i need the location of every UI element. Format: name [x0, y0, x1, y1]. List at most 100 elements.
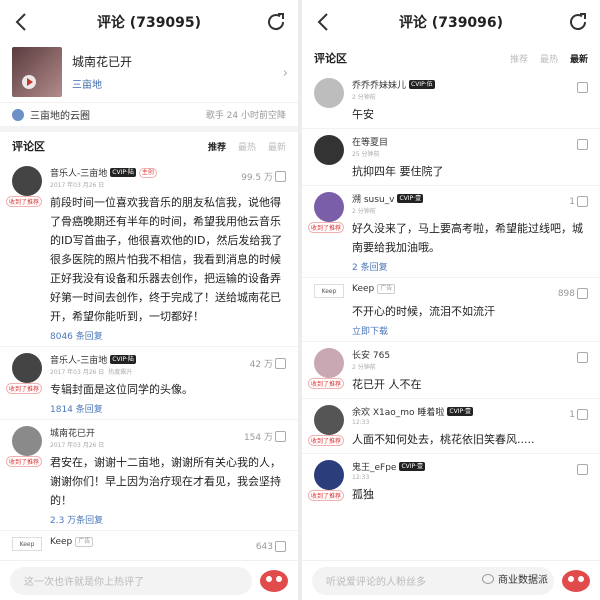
album-cover: [12, 47, 62, 97]
share-icon[interactable]: [566, 10, 590, 34]
like-button[interactable]: [577, 464, 588, 475]
nav-bar: 评论 (739096): [302, 0, 600, 44]
like-button[interactable]: [577, 352, 588, 363]
username[interactable]: Keep: [50, 537, 72, 547]
username[interactable]: 音乐人-三亩地: [50, 166, 107, 179]
recommend-tag: 收到了推荐: [308, 490, 345, 501]
like-button[interactable]: 1: [569, 409, 588, 420]
like-button[interactable]: [577, 139, 588, 150]
comment-item: 收到了推荐 余欢 X1ao_mo 睡着啦 CVIP·壹 12:33 人面不知何处去…: [302, 399, 600, 454]
like-count: 99.5 万: [241, 173, 273, 183]
watermark: 商业数据派: [482, 571, 548, 586]
comment-text: 不开心的时候，流泪不如流汗: [352, 305, 495, 318]
avatar[interactable]: [314, 192, 344, 222]
tab-new[interactable]: 最新: [268, 140, 286, 153]
avatar[interactable]: [314, 78, 344, 108]
like-count: 643: [255, 541, 273, 552]
play-icon[interactable]: [22, 75, 36, 89]
cloud-status: 歌手 24 小时前空降: [205, 111, 286, 121]
ad-item: Keep Keep 广告 643: [0, 531, 298, 555]
comment-time: 2 分钟前: [352, 208, 376, 215]
mascot-icon[interactable]: [260, 569, 288, 592]
avatar[interactable]: [314, 405, 344, 435]
comment-item: 乔乔乔妹妹儿 CVIP·伍 2 分钟前 午安: [302, 72, 600, 129]
username[interactable]: Keep: [352, 284, 374, 294]
username[interactable]: 长安 765: [352, 348, 390, 361]
back-arrow-icon[interactable]: [312, 10, 336, 34]
like-count: 1: [569, 196, 575, 207]
avatar[interactable]: [314, 460, 344, 490]
replies-link[interactable]: 2 条回复: [352, 260, 588, 273]
username[interactable]: 溯 susu_v: [352, 192, 394, 205]
mascot-icon[interactable]: [562, 569, 590, 592]
comment-item: 收到了推荐 溯 susu_v CVIP·壹 2 分钟前 好久没来了，马上要高考啦，…: [302, 186, 600, 278]
comment-time: 12:33: [352, 474, 370, 481]
replies-link[interactable]: 1814 条回复: [50, 402, 286, 415]
username[interactable]: 余欢 X1ao_mo 睡着啦: [352, 405, 444, 418]
section-title: 评论区: [314, 52, 347, 65]
chevron-right-icon: ›: [282, 66, 288, 81]
comment-text: 抗抑四年 要住院了: [352, 165, 444, 178]
recommend-tag: 收到了推荐: [6, 196, 43, 207]
ad-badge: 广告: [75, 537, 94, 547]
tab-hot[interactable]: 最热: [238, 140, 256, 153]
comment-time: 2017 年03 月26 日: [50, 369, 105, 376]
tab-hot[interactable]: 最热: [540, 52, 558, 65]
recommend-tag: 收到了推荐: [6, 456, 43, 467]
like-button[interactable]: 42 万: [250, 357, 286, 370]
comment-item: 在等夏目 25 分钟前 抗抑四年 要住院了: [302, 129, 600, 186]
thumb-up-icon: [577, 82, 588, 93]
comment-item: 收到了推荐 城南花已开 2017 年03 月26 日 君安在，谢谢十二亩地，谢谢…: [0, 420, 298, 531]
comment-text: 好久没来了，马上要高考啦，希望能过线吧，城南要给我加油哦。: [352, 222, 583, 254]
tab-new[interactable]: 最新: [570, 52, 588, 65]
thumb-up-icon: [577, 409, 588, 420]
download-link[interactable]: 立即下载: [352, 324, 588, 337]
vip-badge: CVIP·壹: [447, 407, 474, 416]
share-icon[interactable]: [264, 10, 288, 34]
thumb-up-icon: [275, 358, 286, 369]
like-button[interactable]: [577, 82, 588, 93]
recommend-tag: 收到了推荐: [308, 378, 345, 389]
avatar[interactable]: [314, 348, 344, 378]
like-button[interactable]: 1: [569, 196, 588, 207]
replies-link[interactable]: 2.3 万条回复: [50, 513, 286, 526]
thumb-up-icon: [577, 288, 588, 299]
thumb-up-icon: [577, 464, 588, 475]
back-arrow-icon[interactable]: [10, 10, 34, 34]
like-button[interactable]: 643: [256, 541, 286, 552]
tab-recommend[interactable]: 推荐: [510, 52, 528, 65]
username[interactable]: 在等夏目: [352, 135, 388, 148]
avatar[interactable]: [314, 135, 344, 165]
comment-text: 午安: [352, 108, 374, 121]
thumb-up-icon: [275, 541, 286, 552]
comment-input-bar: 听说爱评论的人粉丝多: [302, 560, 600, 600]
username[interactable]: 城南花已开: [50, 426, 95, 439]
avatar[interactable]: [12, 426, 42, 456]
thumb-up-icon: [275, 171, 286, 182]
like-button[interactable]: 154 万: [244, 430, 286, 443]
recommend-tag: 收到了推荐: [308, 222, 345, 233]
artist-link[interactable]: 三亩地: [72, 76, 132, 91]
song-card[interactable]: 城南花已开 三亩地 ›: [0, 44, 298, 102]
recommend-tag: 收到了推荐: [308, 435, 345, 446]
like-button[interactable]: 898: [558, 288, 588, 299]
username[interactable]: 鬼王_eFpe: [352, 460, 396, 473]
avatar[interactable]: [12, 353, 42, 383]
nav-bar: 评论 (739095): [0, 0, 298, 44]
avatar[interactable]: [12, 166, 42, 196]
like-count: 898: [557, 288, 575, 299]
like-button[interactable]: 99.5 万: [241, 170, 286, 183]
replies-link[interactable]: 8046 条回复: [50, 329, 286, 342]
comment-input[interactable]: 这一次也许就是你上热评了: [10, 566, 252, 595]
comment-item: 收到了推荐 鬼王_eFpe CVIP·壹 12:33 孤独: [302, 454, 600, 508]
thumb-up-icon: [577, 352, 588, 363]
username[interactable]: 乔乔乔妹妹儿: [352, 78, 406, 91]
cloud-bar[interactable]: 三亩地的云圈 歌手 24 小时前空降: [0, 102, 298, 132]
comment-text: 专辑封面是这位同学的头像。: [50, 383, 193, 396]
comment-time: 12:33: [352, 419, 370, 426]
ad-badge: 广告: [377, 284, 396, 294]
keep-logo: Keep: [12, 537, 42, 551]
comment-time: 2 分钟前: [352, 364, 376, 371]
username[interactable]: 音乐人-三亩地: [50, 353, 107, 366]
tab-recommend[interactable]: 推荐: [208, 140, 226, 153]
